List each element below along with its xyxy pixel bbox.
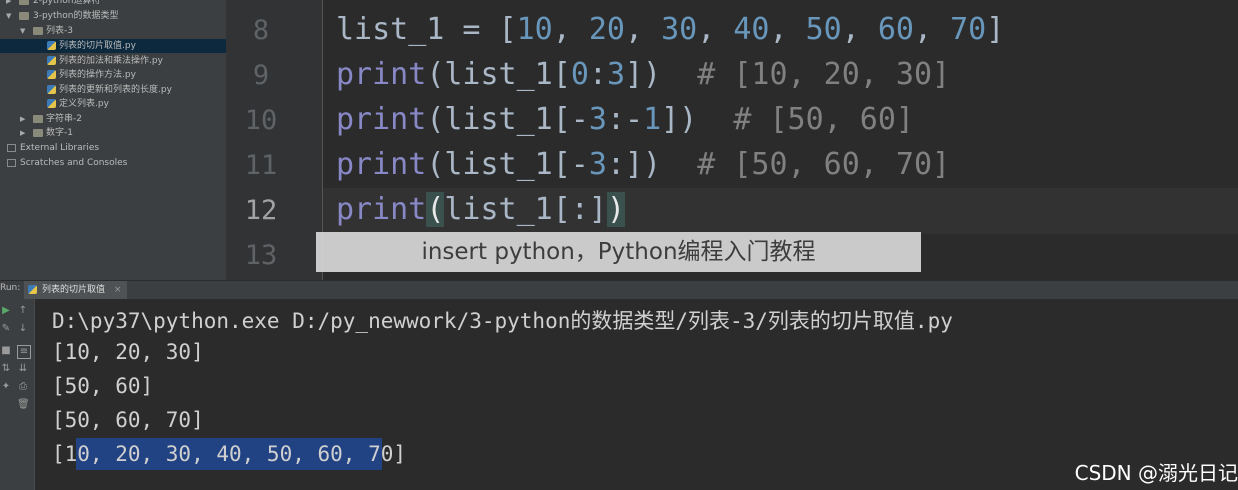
- python-file-icon: [47, 99, 56, 108]
- run-toolbar: ▶ ✎ ■ ⇅ ✦: [0, 299, 12, 490]
- code-line[interactable]: print(list_1[-3:-1]) # [50, 60]: [336, 102, 914, 137]
- run-tab[interactable]: 列表的切片取值 ×: [24, 281, 128, 299]
- close-icon[interactable]: ×: [114, 285, 122, 295]
- tree-item-external-libraries[interactable]: External Libraries: [0, 141, 226, 155]
- stop-icon[interactable]: ■: [0, 345, 12, 357]
- scroll-down-icon[interactable]: ↓: [17, 323, 29, 335]
- tree-item-string-2[interactable]: ▶ 字符串-2: [0, 112, 226, 126]
- line-number: 13: [244, 240, 278, 271]
- line-number: 8: [252, 15, 270, 46]
- folder-icon: [33, 115, 43, 123]
- line-number: 11: [244, 150, 278, 181]
- tree-item-label: External Libraries: [20, 143, 100, 153]
- expand-arrow-icon[interactable]: ▶: [20, 126, 25, 140]
- run-panel-label: Run:: [0, 283, 21, 293]
- collapse-arrow-icon[interactable]: ▼: [6, 9, 11, 23]
- tree-item-list-methods-file[interactable]: 列表的操作方法.py: [0, 68, 226, 82]
- folder-icon: [19, 12, 29, 20]
- csdn-watermark: CSDN @溺光日记: [1074, 461, 1238, 485]
- tree-item-list-3[interactable]: ▼ 列表-3: [0, 24, 226, 38]
- scratches-icon: [7, 159, 16, 167]
- tree-item-python-operators[interactable]: ▶ 2-python运算符: [0, 0, 226, 8]
- run-command-line[interactable]: D:\py37\python.exe D:/py_newwork/3-pytho…: [52, 305, 953, 335]
- restore-layout-icon[interactable]: ⇅: [0, 363, 12, 375]
- python-file-icon: [47, 41, 56, 50]
- tree-item-label: 字符串-2: [46, 114, 82, 124]
- tree-item-label: Scratches and Consoles: [20, 158, 128, 168]
- caption-banner: insert python，Python编程入门教程: [316, 232, 921, 272]
- tree-item-label: 数字-1: [46, 128, 73, 138]
- output-line[interactable]: [50, 60]: [52, 374, 153, 398]
- tree-item-label: 3-python的数据类型: [33, 11, 119, 21]
- python-file-icon: [47, 56, 56, 65]
- line-number: 10: [244, 105, 278, 136]
- run-tab-label: 列表的切片取值: [42, 285, 106, 295]
- tree-item-label: 列表的操作方法.py: [59, 70, 136, 80]
- python-file-icon: [47, 85, 56, 94]
- scroll-up-icon[interactable]: ↑: [17, 305, 29, 317]
- tree-item-label: 2-python运算符: [33, 0, 101, 6]
- tree-item-label: 列表的更新和列表的长度.py: [59, 85, 172, 95]
- console-toolbar: ↑ ↓ ≡ ⇊ ⎙ 🗑: [12, 299, 35, 490]
- tree-item-define-list-file[interactable]: 定义列表.py: [0, 97, 226, 111]
- tree-item-label: 定义列表.py: [59, 99, 109, 109]
- folder-icon: [33, 27, 43, 35]
- tree-item-list-update-length-file[interactable]: 列表的更新和列表的长度.py: [0, 83, 226, 97]
- project-tree: ▶ 2-python运算符 ▼ 3-python的数据类型 ▼ 列表-3 列表的…: [0, 0, 226, 280]
- output-line[interactable]: [50, 60, 70]: [52, 408, 204, 432]
- code-line-current[interactable]: print(list_1[:]): [336, 192, 625, 227]
- tree-item-list-slicing-file[interactable]: 列表的切片取值.py: [0, 39, 226, 53]
- line-number: 9: [252, 60, 270, 91]
- folder-icon: [33, 129, 43, 137]
- print-icon[interactable]: ⎙: [17, 381, 29, 393]
- wrench-icon[interactable]: ✎: [0, 323, 12, 335]
- trash-icon[interactable]: 🗑: [17, 399, 30, 411]
- expand-arrow-icon[interactable]: ▶: [20, 112, 25, 126]
- tree-item-number-1[interactable]: ▶ 数字-1: [0, 126, 226, 140]
- library-icon: [7, 144, 16, 152]
- code-line[interactable]: print(list_1[0:3]) # [10, 20, 30]: [336, 57, 950, 92]
- rerun-icon[interactable]: ▶: [0, 305, 12, 317]
- line-number-current: 12: [244, 195, 278, 226]
- tree-item-list-add-multiply-file[interactable]: 列表的加法和乘法操作.py: [0, 54, 226, 68]
- python-file-icon: [28, 285, 37, 294]
- output-line[interactable]: [10, 20, 30]: [52, 340, 204, 364]
- tree-item-label: 列表的加法和乘法操作.py: [59, 56, 163, 66]
- tree-item-data-types[interactable]: ▼ 3-python的数据类型: [0, 9, 226, 23]
- output-line-selected[interactable]: [10, 20, 30, 40, 50, 60, 70]: [52, 442, 406, 466]
- scroll-to-end-icon[interactable]: ⇊: [17, 363, 29, 375]
- tree-item-label: 列表的切片取值.py: [59, 41, 136, 51]
- code-line[interactable]: print(list_1[-3:]) # [50, 60, 70]: [336, 147, 950, 182]
- run-tool-window-header: Run: 列表的切片取值 ×: [0, 280, 1238, 300]
- tree-item-label: 列表-3: [46, 26, 73, 36]
- code-line[interactable]: list_1 = [10, 20, 30, 40, 50, 60, 70]: [336, 12, 1004, 47]
- pin-icon[interactable]: ✦: [0, 381, 12, 393]
- collapse-arrow-icon[interactable]: ▼: [20, 24, 25, 38]
- soft-wrap-icon[interactable]: ≡: [17, 345, 31, 359]
- expand-arrow-icon[interactable]: ▶: [6, 0, 11, 8]
- tree-item-scratches-consoles[interactable]: Scratches and Consoles: [0, 156, 226, 170]
- folder-icon: [19, 0, 29, 5]
- python-file-icon: [47, 70, 56, 79]
